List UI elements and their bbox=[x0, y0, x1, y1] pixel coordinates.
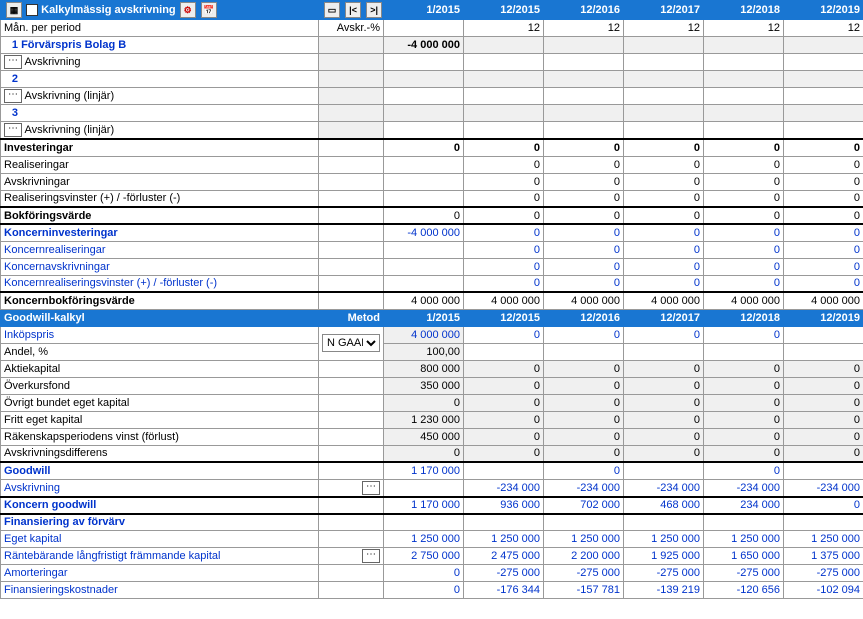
man-per-period-label: Mån. per period bbox=[1, 20, 319, 37]
row3-num: 3 bbox=[4, 107, 18, 119]
period-col-5: 12/2019 bbox=[784, 1, 863, 20]
gw-avskrdiff: Avskrivningsdifferens bbox=[1, 445, 319, 462]
row1-more-icon[interactable]: ⋯ bbox=[4, 55, 22, 69]
sum-investeringar: Investeringar bbox=[1, 139, 319, 156]
gw-avskr-btn-cell: ⋯ bbox=[319, 479, 384, 497]
menu-icon[interactable]: ▦ bbox=[6, 2, 22, 18]
header-title: Kalkylmässig avskrivning bbox=[41, 4, 176, 16]
gw-fritt: Fritt eget kapital bbox=[1, 411, 319, 428]
nav-icon[interactable]: ▭ bbox=[324, 2, 340, 18]
toolbar-left: ▦ Kalkylmässig avskrivning ⚙ 📅 bbox=[1, 1, 319, 20]
koncern-realiseringar: Koncernrealiseringar bbox=[1, 241, 319, 258]
koncern-avskrivningar: Koncernavskrivningar bbox=[1, 258, 319, 275]
gw-konc: Koncern goodwill bbox=[1, 497, 319, 514]
row1-num: 1 bbox=[4, 39, 18, 51]
koncern-investeringar: Koncerninvesteringar bbox=[1, 224, 319, 241]
row1-text: Förvärspris Bolag B bbox=[21, 39, 126, 51]
rantebar-btn-cell: ⋯ bbox=[319, 548, 384, 565]
row1-avskr-pct[interactable] bbox=[319, 54, 384, 71]
finans-finkost: Finansieringskostnader bbox=[1, 582, 319, 599]
row3-avskr-text: Avskrivning (linjär) bbox=[24, 124, 114, 136]
row1-v2[interactable] bbox=[544, 37, 624, 54]
period-col-2: 12/2016 bbox=[544, 1, 624, 20]
gw-rakenskap: Räkenskapsperiodens vinst (förlust) bbox=[1, 428, 319, 445]
gw-goodwill: Goodwill bbox=[1, 462, 319, 479]
rantebar-more-icon[interactable]: ⋯ bbox=[362, 549, 380, 563]
row1-v1[interactable] bbox=[464, 37, 544, 54]
gw-andel: Andel, % bbox=[1, 343, 319, 360]
man-v2: 12 bbox=[544, 20, 624, 37]
koncern-realvinster: Koncernrealiseringsvinster (+) / -förlus… bbox=[1, 275, 319, 292]
row3-avskr-pct[interactable] bbox=[319, 122, 384, 140]
row1-v0[interactable]: -4 000 000 bbox=[384, 37, 464, 54]
man-v5: 12 bbox=[784, 20, 863, 37]
goodwill-title: Goodwill-kalkyl bbox=[1, 309, 319, 326]
metod-dropdown-cell: N GAAP bbox=[319, 326, 384, 360]
gw-ovrigt: Övrigt bundet eget kapital bbox=[1, 394, 319, 411]
row2-avskr: ⋯ Avskrivning (linjär) bbox=[1, 88, 319, 105]
sum-bokforingsvarde: Bokföringsvärde bbox=[1, 207, 319, 224]
gw-overkursfond: Överkursfond bbox=[1, 377, 319, 394]
row2-avskr-text: Avskrivning (linjär) bbox=[24, 90, 114, 102]
man-v3: 12 bbox=[624, 20, 704, 37]
row2-pct[interactable] bbox=[319, 71, 384, 88]
row1-avskr: ⋯ Avskrivning bbox=[1, 54, 319, 71]
tool-icon-2[interactable]: 📅 bbox=[201, 2, 217, 18]
sum-avskrivningar: Avskrivningar bbox=[1, 173, 319, 190]
finans-amort: Amorteringar bbox=[1, 565, 319, 582]
row2-avskr-pct[interactable] bbox=[319, 88, 384, 105]
finans-title: Finansiering av förvärv bbox=[1, 514, 319, 531]
row2-num: 2 bbox=[4, 73, 18, 85]
gw-avskr-more-icon[interactable]: ⋯ bbox=[362, 481, 380, 495]
man-v1: 12 bbox=[464, 20, 544, 37]
row3-avskr: ⋯ Avskrivning (linjär) bbox=[1, 122, 319, 140]
period-col-0: 1/2015 bbox=[384, 1, 464, 20]
man-v4: 12 bbox=[704, 20, 784, 37]
man-v0 bbox=[384, 20, 464, 37]
gw-avskrivning: Avskrivning bbox=[1, 479, 319, 497]
period-col-1: 12/2015 bbox=[464, 1, 544, 20]
row1-avskr-text: Avskrivning bbox=[24, 56, 80, 68]
finans-eget: Eget kapital bbox=[1, 531, 319, 548]
period-col-3: 12/2017 bbox=[624, 1, 704, 20]
tool-icon-1[interactable]: ⚙ bbox=[180, 2, 196, 18]
finans-rantebar: Räntebärande långfristigt främmande kapi… bbox=[1, 548, 319, 565]
row1-v5[interactable] bbox=[784, 37, 863, 54]
toolbar-mid: ▭ |< >| ▼ bbox=[319, 1, 384, 20]
metod-dropdown[interactable]: N GAAP bbox=[322, 334, 380, 352]
row1-label: 1 Förvärspris Bolag B bbox=[1, 37, 319, 54]
goodwill-metod-label: Metod bbox=[319, 309, 384, 326]
gw-aktiekapital: Aktiekapital bbox=[1, 360, 319, 377]
row2-more-icon[interactable]: ⋯ bbox=[4, 89, 22, 103]
period-col-4: 12/2018 bbox=[704, 1, 784, 20]
row3-label: 3 bbox=[1, 105, 319, 122]
koncern-bokforingsvarde: Koncernbokföringsvärde bbox=[1, 292, 319, 309]
row1-v4[interactable] bbox=[704, 37, 784, 54]
gw-inkopspris: Inköpspris bbox=[1, 326, 319, 343]
row2-label: 2 bbox=[1, 71, 319, 88]
header-checkbox[interactable] bbox=[26, 4, 38, 16]
row3-more-icon[interactable]: ⋯ bbox=[4, 123, 22, 137]
prev-icon[interactable]: |< bbox=[345, 2, 361, 18]
row3-pct[interactable] bbox=[319, 105, 384, 122]
row1-pct[interactable] bbox=[319, 37, 384, 54]
row1-v3[interactable] bbox=[624, 37, 704, 54]
avskr-pct-label: Avskr.-% bbox=[319, 20, 384, 37]
next-icon[interactable]: >| bbox=[366, 2, 382, 18]
sum-realiseringar: Realiseringar bbox=[1, 156, 319, 173]
sum-realvinster: Realiseringsvinster (+) / -förluster (-) bbox=[1, 190, 319, 207]
